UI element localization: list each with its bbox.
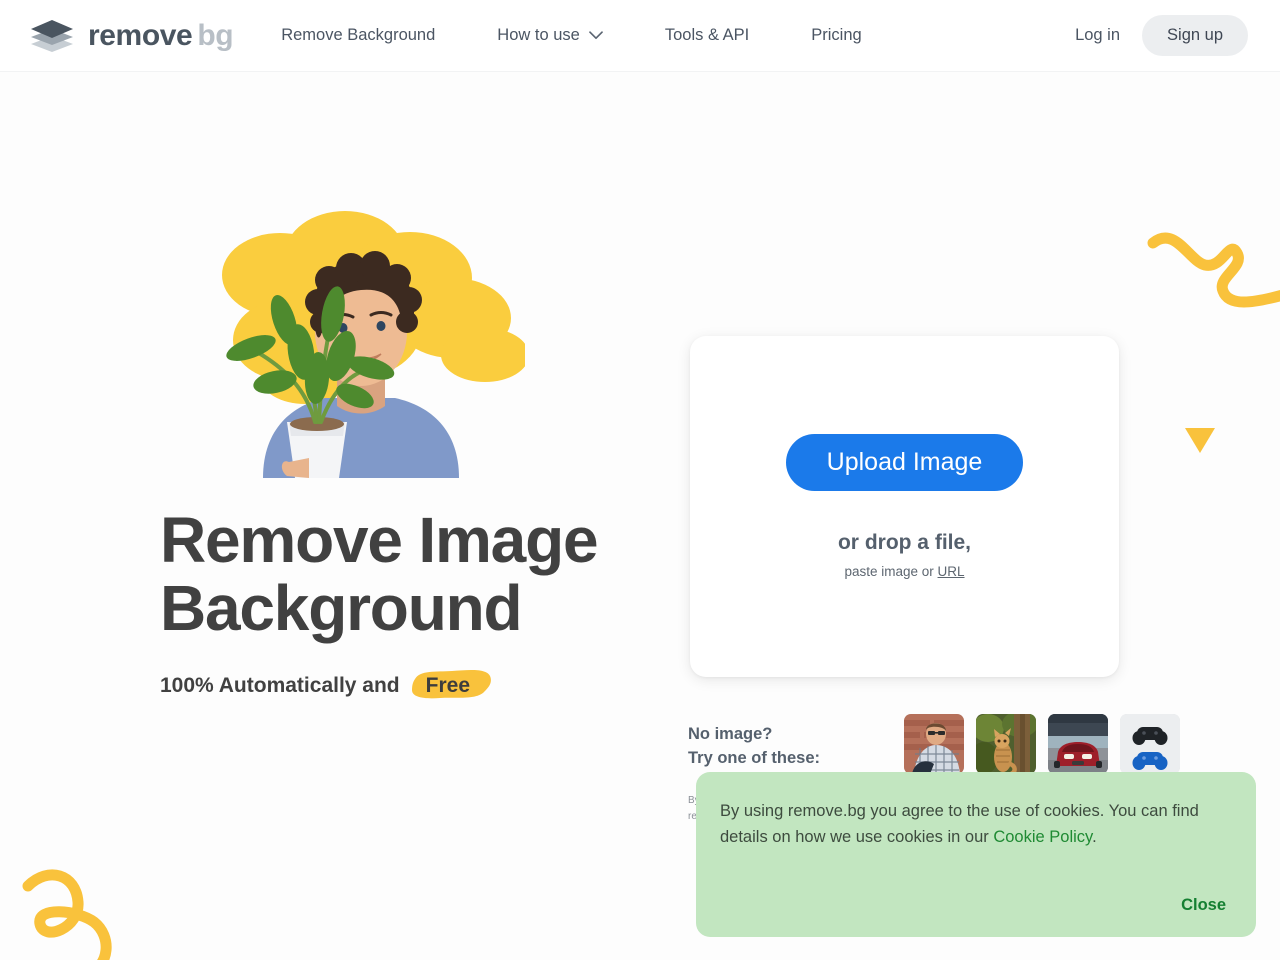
nav-label: How to use bbox=[497, 26, 580, 44]
squiggle-curve-right-decoration bbox=[1145, 225, 1280, 370]
cookie-text-after: . bbox=[1092, 828, 1097, 846]
header-actions: Log in Sign up bbox=[1061, 15, 1248, 56]
logo-text-bg: bg bbox=[197, 18, 234, 52]
sample-label-line1: No image? bbox=[688, 725, 773, 743]
nav-item-how-to-use[interactable]: How to use bbox=[497, 16, 603, 55]
logo[interactable]: remove bg bbox=[28, 16, 234, 56]
cookie-text-before: By using remove.bg you agree to the use … bbox=[720, 802, 1199, 846]
hero-subtitle: 100% Automatically and Free bbox=[160, 670, 660, 700]
sample-thumbnail-person[interactable] bbox=[904, 714, 965, 774]
drop-file-text: or drop a file, bbox=[837, 531, 971, 555]
nav-item-tools-api[interactable]: Tools & API bbox=[665, 16, 749, 55]
nav-item-pricing[interactable]: Pricing bbox=[811, 16, 861, 55]
paste-hint-text: paste image or URL bbox=[844, 564, 964, 579]
paste-url-link[interactable]: URL bbox=[938, 564, 965, 579]
sample-label-line2: Try one of these: bbox=[688, 749, 821, 767]
layers-diamond-icon bbox=[31, 19, 73, 52]
hero-subtitle-prefix: 100% Automatically and bbox=[160, 674, 400, 697]
free-label: Free bbox=[425, 674, 470, 697]
site-header: remove bg Remove Background How to use To… bbox=[0, 0, 1280, 72]
login-link[interactable]: Log in bbox=[1061, 16, 1134, 55]
nav-label: Remove Background bbox=[281, 26, 436, 44]
sample-thumbnail-list bbox=[904, 714, 1181, 774]
upload-dropzone-card[interactable]: Upload Image or drop a file, paste image… bbox=[690, 336, 1119, 677]
page-title: Remove Image Background bbox=[160, 504, 599, 644]
main-navigation: Remove Background How to use Tools & API… bbox=[281, 16, 861, 55]
sample-thumbnail-controllers[interactable] bbox=[1120, 714, 1181, 774]
logo-text: remove bg bbox=[88, 18, 234, 52]
upload-image-button[interactable]: Upload Image bbox=[785, 433, 1024, 492]
nav-label: Pricing bbox=[811, 26, 862, 44]
squiggle-curve-bottom-left-decoration bbox=[22, 862, 162, 960]
sample-thumbnail-cat[interactable] bbox=[976, 714, 1037, 774]
sample-images-label: No image? Try one of these: bbox=[688, 714, 820, 770]
free-badge: Free bbox=[410, 670, 491, 700]
logo-text-remove: remove bbox=[88, 18, 193, 52]
cookie-consent-banner: By using remove.bg you agree to the use … bbox=[696, 772, 1256, 937]
triangle-down-decoration bbox=[1183, 425, 1217, 460]
hero-section: Remove Image Background 100% Automatical… bbox=[0, 200, 660, 700]
nav-label: Tools & API bbox=[664, 26, 750, 44]
sample-images-section: No image? Try one of these: bbox=[688, 714, 1181, 774]
hero-illustration bbox=[185, 200, 525, 478]
chevron-down-icon bbox=[588, 31, 603, 40]
sample-thumbnail-car[interactable] bbox=[1048, 714, 1109, 774]
signup-button[interactable]: Sign up bbox=[1142, 15, 1248, 56]
paste-hint-prefix: paste image or bbox=[844, 564, 934, 580]
cookie-close-button[interactable]: Close bbox=[1179, 892, 1228, 919]
cookie-consent-text: By using remove.bg you agree to the use … bbox=[720, 798, 1228, 850]
cookie-policy-link[interactable]: Cookie Policy bbox=[993, 828, 1092, 846]
nav-item-remove-background[interactable]: Remove Background bbox=[281, 16, 435, 55]
